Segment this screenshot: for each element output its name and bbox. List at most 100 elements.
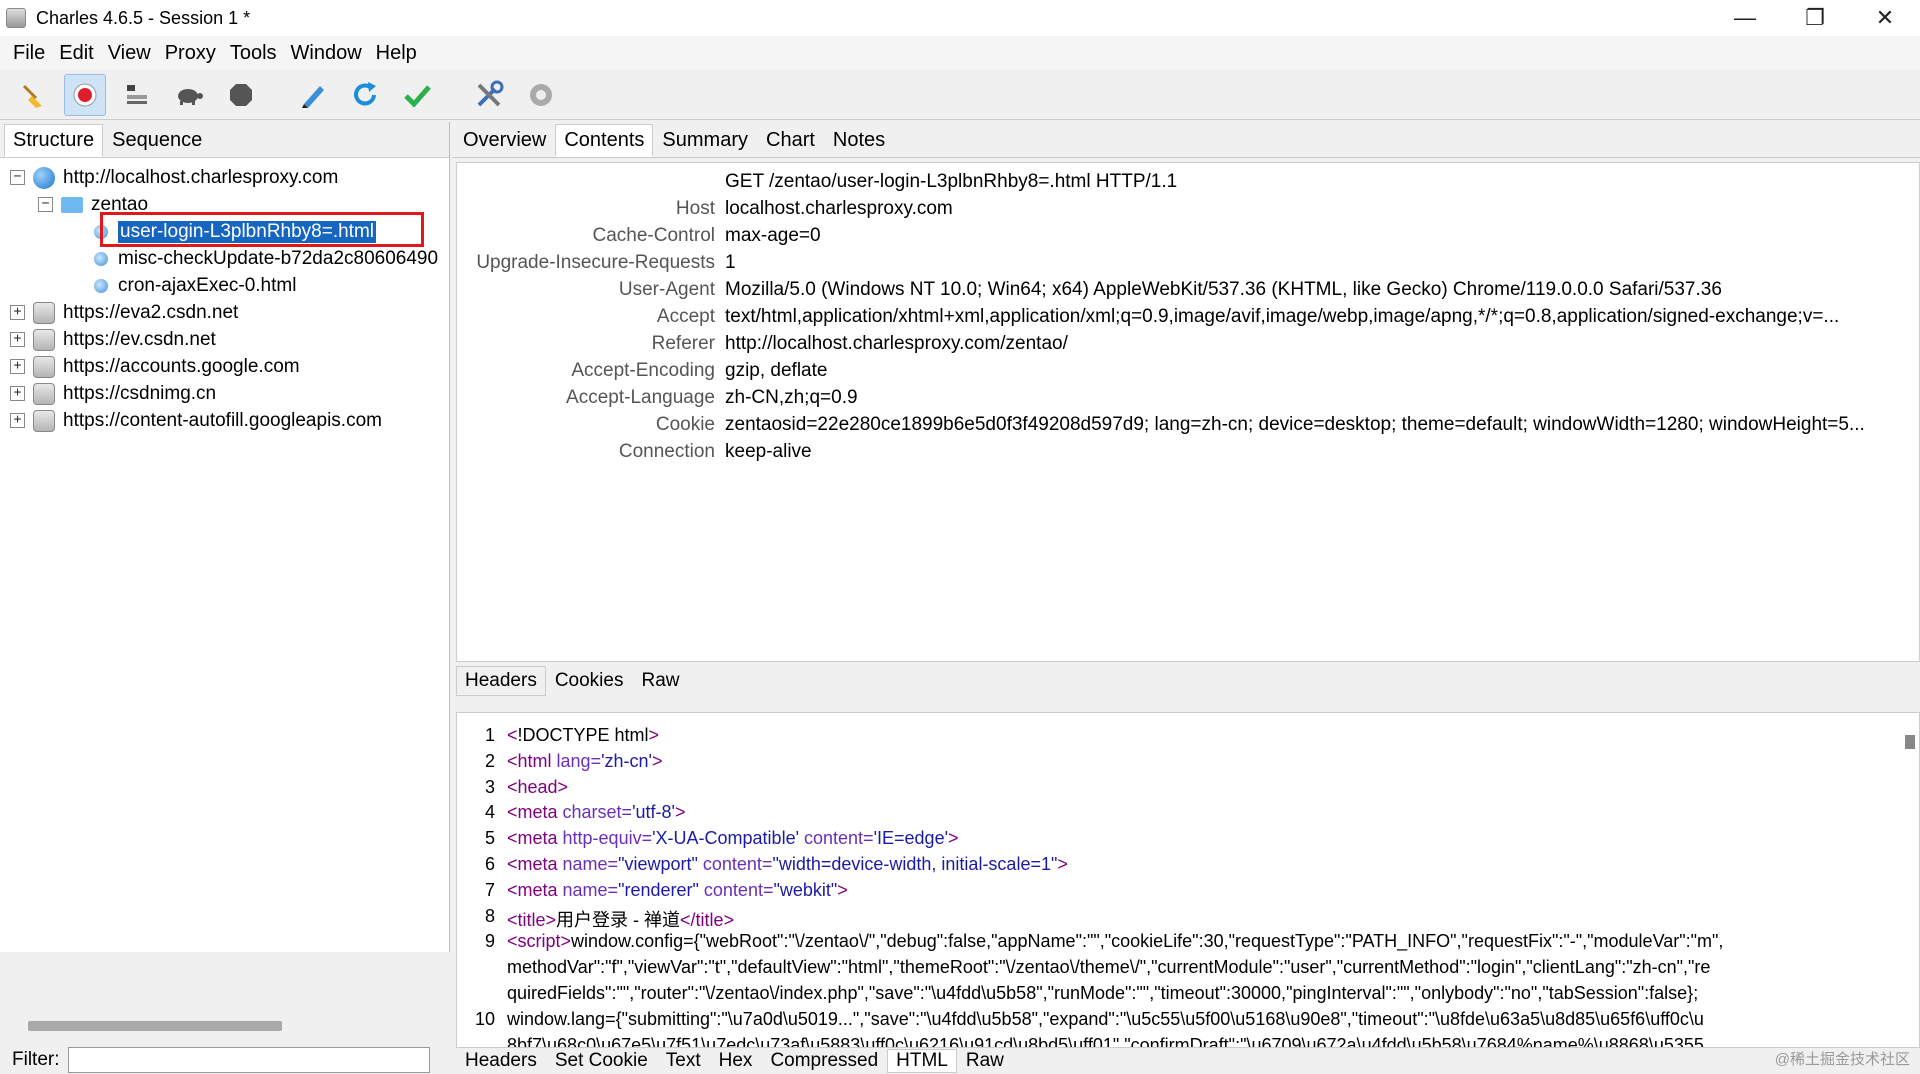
expand-icon[interactable]: + [10, 386, 25, 401]
horizontal-scrollbar[interactable] [28, 1021, 282, 1031]
code-line: 8bf7\u68c0\u67e5\u7f51\u7edc\u73af\u5883… [457, 1035, 1704, 1047]
tab-request-headers[interactable]: Headers [456, 666, 546, 696]
header-value: zentaosid=22e280ce1899b6e5d0f3f49208d597… [725, 414, 1865, 435]
tab-response-text[interactable]: Text [657, 1049, 710, 1073]
code-text: methodVar":"f","viewVar":"t","defaultVie… [507, 957, 1711, 978]
throttle-icon[interactable] [116, 74, 158, 116]
tab-summary[interactable]: Summary [653, 124, 757, 157]
tree-node-host[interactable]: + https://content-autofill.googleapis.co… [10, 407, 382, 434]
collapse-icon[interactable]: − [10, 170, 25, 185]
tree-node[interactable]: misc-checkUpdate-b72da2c80606490 [94, 245, 438, 272]
header-name: Connection [618, 441, 715, 462]
expand-icon[interactable]: + [10, 413, 25, 428]
filter-input[interactable] [67, 1047, 430, 1073]
header-row: Accept-Encoding gzip, deflate [457, 360, 827, 387]
maximize-button[interactable]: ❐ [1780, 0, 1850, 36]
response-html-pane[interactable]: 1 <!DOCTYPE html> 2 <html lang='zh-cn'> 3 <he… [456, 712, 1920, 1048]
tab-request-raw[interactable]: Raw [632, 666, 688, 696]
menu-edit[interactable]: Edit [59, 42, 93, 65]
menu-window[interactable]: Window [291, 42, 362, 65]
document-icon [94, 251, 108, 266]
request-subtab-bar: Headers Cookies Raw [456, 662, 689, 696]
code-line: methodVar":"f","viewVar":"t","defaultVie… [457, 957, 1710, 983]
tab-structure[interactable]: Structure [4, 124, 104, 157]
vertical-scrollbar[interactable] [1905, 735, 1915, 749]
tab-request-cookies[interactable]: Cookies [546, 666, 633, 696]
left-tab-bar: Structure Sequence [0, 122, 449, 158]
check-icon[interactable] [396, 74, 438, 116]
tab-response-headers[interactable]: Headers [456, 1049, 546, 1073]
header-value: 1 [725, 252, 736, 273]
tab-response-set-cookie[interactable]: Set Cookie [546, 1049, 657, 1073]
menu-file[interactable]: File [13, 42, 45, 65]
title-bar: Charles 4.6.5 - Session 1 * — ❐ ✕ [0, 0, 1920, 36]
app-icon [6, 8, 26, 28]
header-row: Upgrade-Insecure-Requests 1 [457, 252, 736, 279]
menu-help[interactable]: Help [376, 42, 417, 65]
expand-icon[interactable]: + [10, 359, 25, 374]
tab-response-html[interactable]: HTML [887, 1049, 957, 1073]
record-icon[interactable] [64, 73, 106, 116]
line-number: 2 [484, 750, 495, 771]
tree-node[interactable]: cron-ajaxExec-0.html [94, 272, 296, 299]
settings-icon[interactable] [520, 74, 562, 116]
code-line: 7 <meta name="renderer" content="webkit"… [457, 880, 848, 906]
collapse-icon[interactable]: − [38, 197, 53, 212]
code-text: <meta charset='utf-8'> [507, 802, 686, 823]
code-line: 9 <script>window.config={"webRoot":"\/zen… [457, 931, 1723, 957]
code-line: 1 <!DOCTYPE html> [457, 725, 659, 751]
tab-sequence[interactable]: Sequence [103, 124, 211, 157]
tab-notes[interactable]: Notes [824, 124, 894, 157]
code-line: quiredFields":"","router":"\/zentao\/ind… [457, 983, 1698, 1009]
tab-response-hex[interactable]: Hex [710, 1049, 762, 1073]
code-text: <meta name="viewport" content="width=dev… [507, 854, 1068, 874]
broom-icon[interactable] [12, 74, 54, 116]
refresh-icon[interactable] [344, 74, 386, 116]
code-line: 10 window.lang={"submitting":"\u7a0d\u501… [457, 1009, 1704, 1035]
code-text: <meta http-equiv='X-UA-Compatible' conte… [507, 828, 959, 849]
tree-node-host[interactable]: + https://accounts.google.com [10, 353, 300, 380]
tree-node-label: cron-ajaxExec-0.html [118, 274, 297, 296]
header-value: http://localhost.charlesproxy.com/zentao… [725, 333, 1068, 354]
close-button[interactable]: ✕ [1850, 0, 1920, 36]
menu-view[interactable]: View [108, 42, 151, 65]
lock-icon [33, 382, 55, 405]
code-line: 2 <html lang='zh-cn'> [457, 750, 663, 777]
menu-proxy[interactable]: Proxy [165, 42, 216, 65]
tree-node-host[interactable]: + https://ev.csdn.net [10, 326, 216, 353]
tab-overview[interactable]: Overview [454, 124, 555, 157]
menu-bar: File Edit View Proxy Tools Window Help [0, 36, 1920, 70]
menu-tools[interactable]: Tools [230, 42, 277, 65]
filter-bar: Filter: [0, 1046, 450, 1074]
turtle-icon[interactable] [168, 74, 210, 116]
minimize-button[interactable]: — [1710, 0, 1780, 36]
tools-icon[interactable] [468, 74, 510, 116]
header-name: Cache-Control [592, 225, 716, 246]
tree-node-host[interactable]: + https://eva2.csdn.net [10, 299, 238, 326]
line-number: 9 [484, 931, 495, 952]
expand-icon[interactable]: + [10, 332, 25, 347]
tab-response-compressed[interactable]: Compressed [761, 1049, 887, 1073]
tab-contents[interactable]: Contents [555, 124, 654, 157]
tree-node-label: misc-checkUpdate-b72da2c80606490 [118, 247, 439, 269]
stop-icon[interactable] [220, 74, 262, 116]
tree-node-host[interactable]: − http://localhost.charlesproxy.com [10, 164, 338, 191]
tree-node-host[interactable]: + https://csdnimg.cn [10, 380, 216, 407]
header-name: Cookie [655, 414, 715, 435]
tree-node-label: https://content-autofill.googleapis.com [63, 409, 382, 431]
code-text: quiredFields":"","router":"\/zentao\/ind… [507, 983, 1699, 1003]
response-subtab-bar: Headers Set Cookie Text Hex Compressed H… [456, 1048, 1013, 1074]
folder-icon [61, 196, 83, 213]
pen-icon[interactable] [292, 74, 334, 116]
globe-icon [33, 166, 55, 189]
header-row: Accept text/html,application/xhtml+xml,ap… [457, 306, 1839, 333]
line-number: 4 [484, 802, 495, 823]
tab-response-raw[interactable]: Raw [957, 1049, 1013, 1073]
tree-node-label: https://csdnimg.cn [63, 382, 217, 404]
header-name: Accept-Encoding [571, 360, 715, 381]
expand-icon[interactable]: + [10, 305, 25, 320]
code-text: <title>用户登录 - 禅道</title> [507, 909, 735, 930]
tab-chart[interactable]: Chart [757, 124, 824, 157]
code-line: 3 <head> [457, 777, 568, 803]
request-line: GET /zentao/user-login-L3plbnRhby8=.html… [457, 171, 1177, 198]
